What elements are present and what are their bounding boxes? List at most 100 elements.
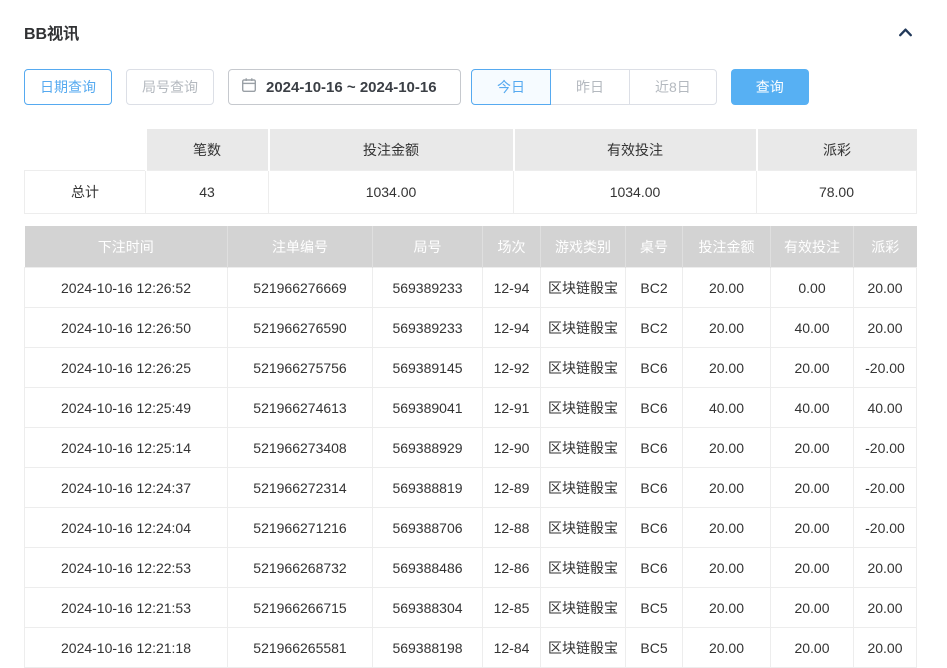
bet-amount-link[interactable]: 20.00 — [683, 308, 771, 348]
table-row: 2024-10-16 12:21:18 521966265581 5693881… — [25, 628, 917, 668]
cell-valid-bet: 20.00 — [771, 548, 854, 588]
cell-payout: -20.00 — [854, 428, 917, 468]
bet-amount-link[interactable]: 20.00 — [683, 628, 771, 668]
bet-amount-link[interactable]: 20.00 — [683, 508, 771, 548]
cell-game-type: 区块链骰宝 — [541, 308, 626, 348]
date-range-input[interactable]: 2024-10-16 ~ 2024-10-16 — [228, 69, 461, 105]
cell-order-no: 521966276590 — [228, 308, 373, 348]
cell-table-no: BC6 — [626, 388, 683, 428]
cell-session: 12-91 — [483, 388, 541, 428]
cell-round-no: 569389145 — [373, 348, 483, 388]
cell-session: 12-92 — [483, 348, 541, 388]
round-query-tab[interactable]: 局号查询 — [126, 69, 214, 105]
cell-bet-time: 2024-10-16 12:26:25 — [25, 348, 228, 388]
cell-session: 12-84 — [483, 628, 541, 668]
cell-game-type: 区块链骰宝 — [541, 388, 626, 428]
cell-bet-time: 2024-10-16 12:26:52 — [25, 268, 228, 308]
bet-table-header-row: 下注时间 注单编号 局号 场次 游戏类别 桌号 投注金额 有效投注 派彩 — [25, 226, 917, 268]
search-button[interactable]: 查询 — [731, 69, 809, 105]
bet-amount-link[interactable]: 20.00 — [683, 268, 771, 308]
calendar-icon — [241, 77, 257, 97]
cell-game-type: 区块链骰宝 — [541, 588, 626, 628]
table-row: 2024-10-16 12:24:37 521966272314 5693888… — [25, 468, 917, 508]
quick-range-yesterday[interactable]: 昨日 — [550, 69, 630, 105]
cell-order-no: 521966268732 — [228, 548, 373, 588]
summary-total-row: 总计 43 1034.00 1034.00 78.00 — [25, 171, 917, 214]
cell-table-no: BC6 — [626, 428, 683, 468]
cell-round-no: 569388198 — [373, 628, 483, 668]
cell-bet-time: 2024-10-16 12:24:37 — [25, 468, 228, 508]
cell-order-no: 521966265581 — [228, 628, 373, 668]
quick-range-group: 今日 昨日 近8日 — [471, 69, 717, 105]
summary-total-payout: 78.00 — [757, 171, 917, 214]
summary-header-valid: 有效投注 — [514, 129, 757, 171]
summary-total-count: 43 — [146, 171, 269, 214]
collapse-button[interactable] — [895, 22, 916, 43]
cell-bet-time: 2024-10-16 12:25:49 — [25, 388, 228, 428]
cell-order-no: 521966275756 — [228, 348, 373, 388]
cell-session: 12-90 — [483, 428, 541, 468]
table-row: 2024-10-16 12:26:52 521966276669 5693892… — [25, 268, 917, 308]
table-row: 2024-10-16 12:26:50 521966276590 5693892… — [25, 308, 917, 348]
cell-game-type: 区块链骰宝 — [541, 268, 626, 308]
summary-header-count: 笔数 — [146, 129, 269, 171]
cell-table-no: BC5 — [626, 628, 683, 668]
cell-session: 12-89 — [483, 468, 541, 508]
bet-amount-link[interactable]: 20.00 — [683, 588, 771, 628]
header-game-type: 游戏类别 — [541, 226, 626, 268]
cell-bet-time: 2024-10-16 12:22:53 — [25, 548, 228, 588]
header-round-no: 局号 — [373, 226, 483, 268]
cell-table-no: BC6 — [626, 468, 683, 508]
cell-session: 12-85 — [483, 588, 541, 628]
summary-header-payout: 派彩 — [757, 129, 917, 171]
cell-valid-bet: 20.00 — [771, 348, 854, 388]
bet-amount-link[interactable]: 20.00 — [683, 428, 771, 468]
cell-bet-time: 2024-10-16 12:26:50 — [25, 308, 228, 348]
cell-round-no: 569388819 — [373, 468, 483, 508]
bet-amount-link[interactable]: 20.00 — [683, 348, 771, 388]
cell-bet-time: 2024-10-16 12:21:53 — [25, 588, 228, 628]
table-row: 2024-10-16 12:25:49 521966274613 5693890… — [25, 388, 917, 428]
cell-session: 12-88 — [483, 508, 541, 548]
cell-round-no: 569388929 — [373, 428, 483, 468]
bet-amount-link[interactable]: 20.00 — [683, 548, 771, 588]
table-row: 2024-10-16 12:22:53 521966268732 5693884… — [25, 548, 917, 588]
cell-session: 12-94 — [483, 308, 541, 348]
cell-table-no: BC6 — [626, 548, 683, 588]
date-query-tab[interactable]: 日期查询 — [24, 69, 112, 105]
bet-amount-link[interactable]: 20.00 — [683, 468, 771, 508]
cell-round-no: 569388304 — [373, 588, 483, 628]
panel-header: BB视讯 — [24, 20, 916, 44]
cell-bet-time: 2024-10-16 12:24:04 — [25, 508, 228, 548]
cell-bet-time: 2024-10-16 12:25:14 — [25, 428, 228, 468]
quick-range-today[interactable]: 今日 — [471, 69, 551, 105]
quick-range-last8days[interactable]: 近8日 — [629, 69, 717, 105]
cell-table-no: BC6 — [626, 348, 683, 388]
cell-valid-bet: 40.00 — [771, 388, 854, 428]
cell-valid-bet: 20.00 — [771, 468, 854, 508]
header-bet-time: 下注时间 — [25, 226, 228, 268]
cell-bet-time: 2024-10-16 12:21:18 — [25, 628, 228, 668]
cell-game-type: 区块链骰宝 — [541, 428, 626, 468]
cell-game-type: 区块链骰宝 — [541, 348, 626, 388]
header-valid-bet: 有效投注 — [771, 226, 854, 268]
cell-payout: 20.00 — [854, 628, 917, 668]
table-row: 2024-10-16 12:25:14 521966273408 5693889… — [25, 428, 917, 468]
cell-session: 12-86 — [483, 548, 541, 588]
summary-header-row: 笔数 投注金额 有效投注 派彩 — [25, 129, 917, 171]
bet-amount-link[interactable]: 40.00 — [683, 388, 771, 428]
cell-order-no: 521966271216 — [228, 508, 373, 548]
cell-order-no: 521966273408 — [228, 428, 373, 468]
cell-game-type: 区块链骰宝 — [541, 468, 626, 508]
cell-session: 12-94 — [483, 268, 541, 308]
cell-table-no: BC2 — [626, 308, 683, 348]
summary-total-valid: 1034.00 — [514, 171, 757, 214]
cell-round-no: 569388486 — [373, 548, 483, 588]
cell-order-no: 521966276669 — [228, 268, 373, 308]
header-payout: 派彩 — [854, 226, 917, 268]
summary-total-bet: 1034.00 — [269, 171, 514, 214]
cell-payout: -20.00 — [854, 508, 917, 548]
cell-round-no: 569388706 — [373, 508, 483, 548]
cell-order-no: 521966274613 — [228, 388, 373, 428]
page-title: BB视讯 — [24, 20, 79, 44]
